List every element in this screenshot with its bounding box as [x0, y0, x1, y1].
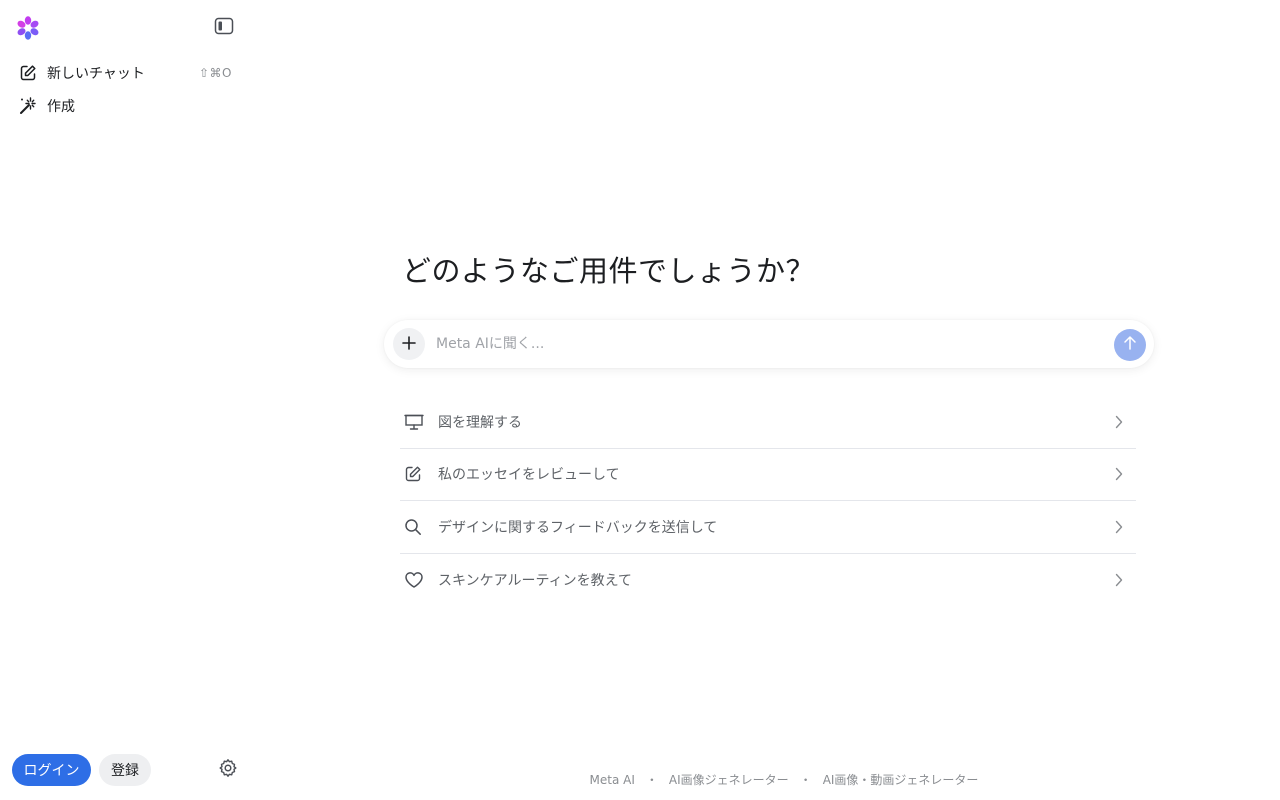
chevron-right-icon: [1112, 573, 1126, 587]
search-icon: [400, 517, 428, 537]
footer-separator: ・: [799, 773, 812, 787]
suggestion-item[interactable]: 私のエッセイをレビューして: [400, 449, 1136, 501]
edit-square-icon: [400, 464, 428, 484]
footer-link-image-generator[interactable]: AI画像ジェネレーター: [669, 771, 789, 788]
magic-wand-icon: [18, 96, 38, 116]
suggestion-item[interactable]: スキンケアルーティンを教えて: [400, 554, 1136, 607]
create-label: 作成: [47, 99, 75, 115]
suggestion-label: 図を理解する: [438, 414, 522, 431]
presentation-board-icon: [400, 412, 428, 432]
sidebar: 新しいチャット ⇧⌘O 作成 ログイン 登録: [0, 0, 248, 800]
create-button[interactable]: 作成: [12, 91, 240, 121]
footer-link-image-video-generator[interactable]: AI画像・動画ジェネレーター: [823, 771, 979, 788]
new-chat-button[interactable]: 新しいチャット ⇧⌘O: [12, 58, 240, 88]
chevron-right-icon: [1112, 467, 1126, 481]
chat-composer: [384, 320, 1154, 368]
footer: Meta AI ・ AI画像ジェネレーター ・ AI画像・動画ジェネレーター: [0, 771, 1280, 788]
footer-link-meta-ai[interactable]: Meta AI: [590, 773, 635, 787]
footer-separator: ・: [645, 773, 658, 787]
page-title: どのようなご用件でしょうか？: [402, 254, 816, 288]
chevron-right-icon: [1112, 520, 1126, 534]
new-chat-label: 新しいチャット: [47, 66, 145, 82]
plus-icon: [402, 335, 416, 354]
suggestion-label: 私のエッセイをレビューして: [438, 467, 620, 484]
arrow-up-icon: [1123, 335, 1137, 355]
sidebar-toggle-icon: [214, 17, 234, 39]
heart-icon: [400, 570, 428, 590]
chevron-right-icon: [1112, 415, 1126, 429]
attach-button[interactable]: [393, 328, 425, 360]
suggestion-item[interactable]: 図を理解する: [400, 396, 1136, 449]
edit-square-icon: [18, 63, 38, 83]
meta-ai-logo-icon[interactable]: [14, 14, 42, 42]
suggestion-label: スキンケアルーティンを教えて: [438, 572, 632, 589]
suggestion-list: 図を理解する 私のエッセイをレビューして デザインに関するフィードバックを送信し…: [400, 396, 1136, 606]
sidebar-toggle-button[interactable]: [212, 17, 236, 39]
suggestion-label: デザインに関するフィードバックを送信して: [438, 519, 718, 536]
suggestion-item[interactable]: デザインに関するフィードバックを送信して: [400, 501, 1136, 554]
new-chat-shortcut: ⇧⌘O: [199, 66, 232, 80]
chat-input[interactable]: [434, 329, 1094, 359]
send-button[interactable]: [1114, 329, 1146, 361]
